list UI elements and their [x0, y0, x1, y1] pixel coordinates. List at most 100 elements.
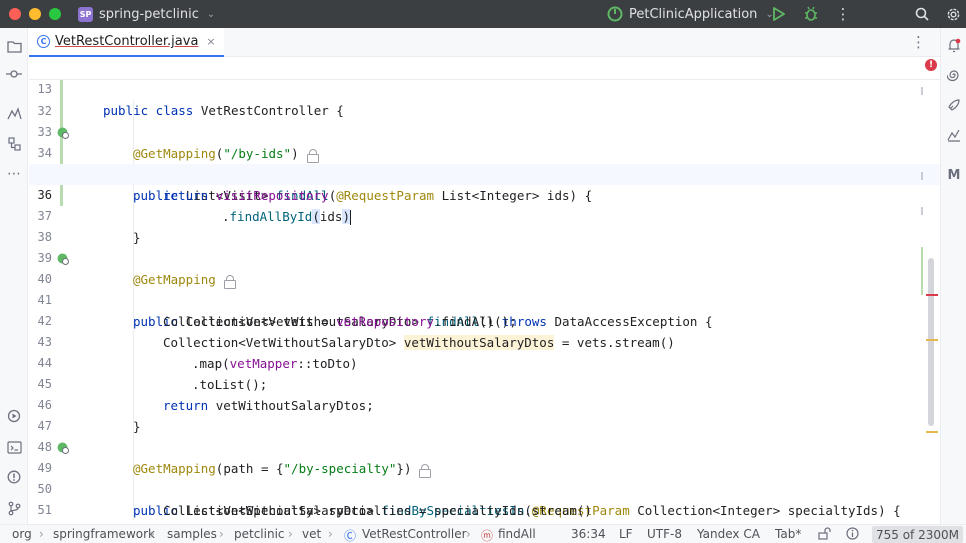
maximize-window-button[interactable] — [49, 8, 61, 20]
git-tool-button[interactable] — [5, 499, 23, 517]
close-window-button[interactable] — [9, 8, 21, 20]
code-line-current[interactable]: 36 .findAllById(ids) — [29, 164, 940, 225]
more-horizontal-icon: ⋯ — [7, 166, 21, 182]
method-icon: ⓜ — [481, 529, 494, 543]
maven-button[interactable]: M — [945, 166, 963, 184]
code-line[interactable]: 33 @GetMapping("/by-ids") — [29, 101, 940, 163]
structure-icon — [7, 137, 21, 151]
error-indicator-icon[interactable]: ! — [925, 59, 937, 71]
project-selector[interactable]: SP spring-petclinic ⌄ — [78, 6, 216, 22]
vertical-scrollbar[interactable] — [928, 258, 934, 426]
code-line[interactable]: 49 public List<VetWithoutSalaryDto> find… — [29, 437, 940, 518]
more-actions-button[interactable]: ⋮ — [834, 5, 852, 23]
breadcrumb-item[interactable]: org — [12, 527, 32, 541]
bell-icon — [948, 38, 961, 52]
endpoint-gutter-icon[interactable] — [56, 252, 69, 265]
problems-tool-button[interactable] — [5, 468, 23, 486]
endpoint-gutter-icon[interactable] — [56, 441, 69, 454]
code-line[interactable]: 47 — [29, 395, 940, 433]
error-stripe-marker[interactable] — [926, 294, 938, 296]
run-configuration-selector[interactable]: PetClinicApplication ⌄ — [607, 0, 774, 28]
ai-assistant-button[interactable] — [945, 66, 963, 84]
breadcrumb-item[interactable]: vet — [302, 527, 321, 541]
endpoint-gutter-icon[interactable] — [56, 126, 69, 139]
code-line[interactable]: 44 .toList(); — [29, 332, 940, 392]
breadcrumb-item[interactable]: springframework — [53, 527, 155, 541]
project-badge: SP — [78, 6, 93, 22]
code-line[interactable]: 41 Collection<Vet> vets = vetRepository.… — [29, 269, 940, 329]
breadcrumb-separator: › — [150, 527, 155, 541]
run-button[interactable] — [769, 5, 787, 23]
breadcrumb-item[interactable]: petclinic — [234, 527, 285, 541]
code-line[interactable]: 40 public Collection<VetWithoutSalaryDto… — [29, 248, 940, 329]
services-icon — [7, 409, 21, 423]
rocket-icon — [948, 99, 960, 111]
spiral-icon — [947, 70, 959, 82]
breadcrumb-item[interactable]: VetRestController — [362, 527, 467, 541]
unlock-icon — [818, 527, 831, 540]
scroll-marker — [921, 172, 923, 180]
spring-boot-icon — [607, 6, 623, 22]
caret-position[interactable]: 36:34 — [571, 527, 606, 541]
code-line[interactable]: 42 Collection<VetWithoutSalaryDto> vetWi… — [29, 290, 940, 350]
minimize-window-button[interactable] — [29, 8, 41, 20]
warning-stripe-marker[interactable] — [926, 339, 938, 341]
indent-setting[interactable]: Tab* — [775, 527, 801, 541]
file-encoding[interactable]: UTF-8 — [647, 527, 682, 541]
commit-tool-button[interactable] — [5, 65, 23, 83]
tab-vetrestcontroller[interactable]: C VetRestController.java × — [29, 28, 224, 57]
code-style[interactable]: Yandex CA — [697, 527, 760, 541]
search-icon — [915, 7, 929, 21]
endpoints-tool-button[interactable] — [5, 105, 23, 123]
debug-button[interactable] — [802, 5, 820, 23]
code-line[interactable]: 50 Collection<Specialty> specialties = s… — [29, 458, 940, 518]
code-line[interactable]: 51 .map(specialtyRepository::getReferenc… — [29, 479, 940, 517]
code-line[interactable]: 38 — [29, 206, 940, 244]
search-button[interactable] — [913, 5, 931, 23]
line-separator[interactable]: LF — [619, 527, 633, 541]
read-only-toggle[interactable] — [818, 527, 831, 543]
database-button[interactable] — [945, 126, 963, 144]
breadcrumb-item[interactable]: samples — [167, 527, 217, 541]
warning-stripe-marker[interactable] — [926, 431, 938, 433]
breadcrumb-separator: › — [39, 527, 44, 541]
code-line[interactable]: 48 @GetMapping(path = {"/by-specialty"}) — [29, 416, 940, 478]
code-line[interactable]: 39 @GetMapping — [29, 227, 940, 289]
sticky-line[interactable]: 13 public class VetRestController { — [29, 58, 940, 118]
more-tool-windows-button[interactable]: ⋯ — [5, 165, 23, 183]
endpoints-right-button[interactable] — [945, 96, 963, 114]
structure-tool-button[interactable] — [5, 135, 23, 153]
terminal-tool-button[interactable] — [5, 438, 23, 456]
memory-indicator[interactable]: 755 of 2300M — [872, 526, 963, 543]
terminal-icon — [6, 440, 22, 454]
chevron-down-icon: ⌄ — [206, 8, 216, 20]
gear-icon — [947, 8, 959, 20]
status-bar: org › springframework › samples › petcli… — [0, 524, 966, 543]
services-tool-button[interactable] — [5, 407, 23, 425]
project-tool-button[interactable] — [5, 37, 23, 55]
code-line[interactable]: 32 — [29, 80, 940, 118]
code-line[interactable]: 37 } — [29, 185, 940, 245]
notifications-button[interactable] — [945, 36, 963, 54]
project-name: spring-petclinic — [99, 6, 199, 22]
editor-tab-bar: C VetRestController.java × ⋮ — [29, 28, 940, 57]
code-line[interactable]: 43 .map(vetMapper::toDto) — [29, 311, 940, 371]
code-line[interactable]: 34 public List<Visit> findAll(@RequestPa… — [29, 122, 940, 203]
info-circle-icon — [846, 527, 859, 540]
left-tool-window-bar: ⋯ — [0, 28, 28, 524]
settings-button[interactable] — [944, 5, 962, 23]
git-branch-icon — [8, 501, 20, 515]
code-line[interactable]: 35 return visitRepository — [29, 143, 940, 203]
code-editor[interactable]: 13 public class VetRestController { 32 3… — [29, 58, 940, 521]
close-tab-icon[interactable]: × — [206, 35, 215, 48]
java-class-icon: C — [37, 35, 50, 48]
scroll-marker — [921, 247, 923, 295]
breadcrumb-item[interactable]: findAll — [498, 527, 536, 541]
code-line[interactable]: 45 return vetWithoutSalaryDtos; — [29, 353, 940, 413]
breadcrumb-separator: › — [466, 527, 471, 541]
scroll-marker — [921, 87, 923, 95]
tab-options-button[interactable]: ⋮ — [911, 33, 926, 51]
inspections-button[interactable] — [846, 527, 859, 543]
code-line[interactable]: 52 .toList(); — [29, 500, 940, 521]
code-line[interactable]: 46 } — [29, 374, 940, 434]
